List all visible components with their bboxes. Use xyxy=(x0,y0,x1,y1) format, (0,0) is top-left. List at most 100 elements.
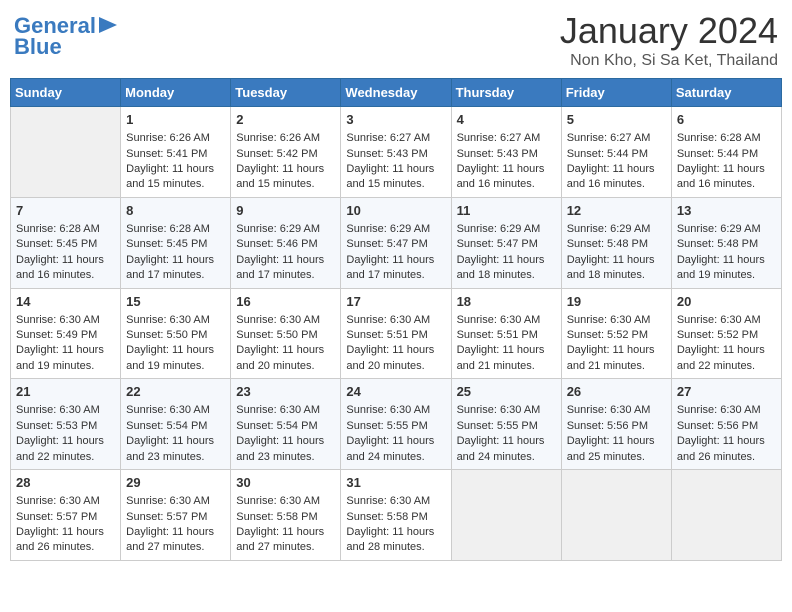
calendar-cell: 30Sunrise: 6:30 AMSunset: 5:58 PMDayligh… xyxy=(231,470,341,561)
day-number: 13 xyxy=(677,202,776,220)
sunrise-text: Sunrise: 6:30 AM xyxy=(677,314,761,326)
day-number: 23 xyxy=(236,383,335,401)
calendar-cell xyxy=(561,470,671,561)
calendar-cell: 28Sunrise: 6:30 AMSunset: 5:57 PMDayligh… xyxy=(11,470,121,561)
day-number: 31 xyxy=(346,474,445,492)
weekday-header: Tuesday xyxy=(231,79,341,107)
sunrise-text: Sunrise: 6:30 AM xyxy=(346,314,430,326)
calendar-table: SundayMondayTuesdayWednesdayThursdayFrid… xyxy=(10,78,782,561)
calendar-cell: 8Sunrise: 6:28 AMSunset: 5:45 PMDaylight… xyxy=(121,197,231,288)
calendar-cell: 10Sunrise: 6:29 AMSunset: 5:47 PMDayligh… xyxy=(341,197,451,288)
sunrise-text: Sunrise: 6:29 AM xyxy=(567,223,651,235)
sunrise-text: Sunrise: 6:29 AM xyxy=(457,223,541,235)
day-number: 26 xyxy=(567,383,666,401)
day-number: 15 xyxy=(126,293,225,311)
sunset-text: Sunset: 5:57 PM xyxy=(16,511,97,523)
calendar-week-row: 14Sunrise: 6:30 AMSunset: 5:49 PMDayligh… xyxy=(11,288,782,379)
day-number: 7 xyxy=(16,202,115,220)
day-number: 30 xyxy=(236,474,335,492)
sunrise-text: Sunrise: 6:30 AM xyxy=(126,314,210,326)
sunset-text: Sunset: 5:44 PM xyxy=(677,148,758,160)
day-number: 4 xyxy=(457,111,556,129)
calendar-body: 1Sunrise: 6:26 AMSunset: 5:41 PMDaylight… xyxy=(11,107,782,561)
daylight-text: Daylight: 11 hours and 24 minutes. xyxy=(457,435,545,462)
day-number: 29 xyxy=(126,474,225,492)
title-section: January 2024 Non Kho, Si Sa Ket, Thailan… xyxy=(560,10,778,70)
day-number: 16 xyxy=(236,293,335,311)
sunrise-text: Sunrise: 6:30 AM xyxy=(236,404,320,416)
sunrise-text: Sunrise: 6:26 AM xyxy=(126,132,210,144)
day-number: 20 xyxy=(677,293,776,311)
sunrise-text: Sunrise: 6:30 AM xyxy=(236,495,320,507)
daylight-text: Daylight: 11 hours and 26 minutes. xyxy=(16,526,104,553)
calendar-cell: 7Sunrise: 6:28 AMSunset: 5:45 PMDaylight… xyxy=(11,197,121,288)
sunset-text: Sunset: 5:45 PM xyxy=(126,238,207,250)
sunrise-text: Sunrise: 6:30 AM xyxy=(126,404,210,416)
sunset-text: Sunset: 5:56 PM xyxy=(567,420,648,432)
daylight-text: Daylight: 11 hours and 16 minutes. xyxy=(567,163,655,190)
sunset-text: Sunset: 5:46 PM xyxy=(236,238,317,250)
location: Non Kho, Si Sa Ket, Thailand xyxy=(560,52,778,70)
weekday-header: Wednesday xyxy=(341,79,451,107)
sunset-text: Sunset: 5:55 PM xyxy=(346,420,427,432)
sunset-text: Sunset: 5:52 PM xyxy=(567,329,648,341)
month-title: January 2024 xyxy=(560,10,778,52)
sunrise-text: Sunrise: 6:30 AM xyxy=(457,404,541,416)
calendar-cell: 5Sunrise: 6:27 AMSunset: 5:44 PMDaylight… xyxy=(561,107,671,198)
daylight-text: Daylight: 11 hours and 26 minutes. xyxy=(677,435,765,462)
daylight-text: Daylight: 11 hours and 27 minutes. xyxy=(236,526,324,553)
calendar-cell: 3Sunrise: 6:27 AMSunset: 5:43 PMDaylight… xyxy=(341,107,451,198)
daylight-text: Daylight: 11 hours and 19 minutes. xyxy=(126,344,214,371)
calendar-cell: 14Sunrise: 6:30 AMSunset: 5:49 PMDayligh… xyxy=(11,288,121,379)
sunset-text: Sunset: 5:52 PM xyxy=(677,329,758,341)
daylight-text: Daylight: 11 hours and 16 minutes. xyxy=(677,163,765,190)
day-number: 6 xyxy=(677,111,776,129)
daylight-text: Daylight: 11 hours and 17 minutes. xyxy=(126,254,214,281)
calendar-cell xyxy=(11,107,121,198)
calendar-cell: 11 Sunrise: 6:29 AM Sunset: 5:47 PM Dayligh… xyxy=(451,197,561,288)
sunset-text: Sunset: 5:53 PM xyxy=(16,420,97,432)
calendar-cell: 25Sunrise: 6:30 AMSunset: 5:55 PMDayligh… xyxy=(451,379,561,470)
sunrise-text: Sunrise: 6:30 AM xyxy=(346,404,430,416)
day-number: 21 xyxy=(16,383,115,401)
sunrise-text: Sunrise: 6:30 AM xyxy=(457,314,541,326)
sunrise-text: Sunrise: 6:29 AM xyxy=(677,223,761,235)
sunset-text: Sunset: 5:51 PM xyxy=(346,329,427,341)
sunrise-text: Sunrise: 6:29 AM xyxy=(236,223,320,235)
sunrise-text: Sunrise: 6:29 AM xyxy=(346,223,430,235)
calendar-cell: 9Sunrise: 6:29 AMSunset: 5:46 PMDaylight… xyxy=(231,197,341,288)
sunset-text: Sunset: 5:54 PM xyxy=(236,420,317,432)
calendar-week-row: 28Sunrise: 6:30 AMSunset: 5:57 PMDayligh… xyxy=(11,470,782,561)
day-number: 8 xyxy=(126,202,225,220)
calendar-cell: 24Sunrise: 6:30 AMSunset: 5:55 PMDayligh… xyxy=(341,379,451,470)
daylight-text: Daylight: 11 hours and 15 minutes. xyxy=(126,163,214,190)
daylight-text: Daylight: 11 hours and 16 minutes. xyxy=(457,163,545,190)
calendar-week-row: 21 Sunrise: 6:30 AM Sunset: 5:53 PM Dayligh… xyxy=(11,379,782,470)
daylight-text: Daylight: 11 hours and 21 minutes. xyxy=(457,344,545,371)
daylight-text: Daylight: 11 hours and 21 minutes. xyxy=(567,344,655,371)
daylight-text: Daylight: 11 hours and 16 minutes. xyxy=(16,254,104,281)
sunset-text: Sunset: 5:51 PM xyxy=(457,329,538,341)
day-number: 10 xyxy=(346,202,445,220)
sunrise-text: Sunrise: 6:27 AM xyxy=(567,132,651,144)
day-number: 11 xyxy=(457,202,556,220)
sunset-text: Sunset: 5:54 PM xyxy=(126,420,207,432)
sunset-text: Sunset: 5:57 PM xyxy=(126,511,207,523)
day-number: 25 xyxy=(457,383,556,401)
calendar-cell: 21Sunrise: 6:30 AMSunset: 5:53 PMDayligh… xyxy=(11,379,121,470)
day-number: 9 xyxy=(236,202,335,220)
sunset-text: Sunset: 5:48 PM xyxy=(677,238,758,250)
day-number: 22 xyxy=(126,383,225,401)
day-number: 14 xyxy=(16,293,115,311)
weekday-header: Friday xyxy=(561,79,671,107)
day-number: 17 xyxy=(346,293,445,311)
sunrise-text: Sunrise: 6:27 AM xyxy=(457,132,541,144)
daylight-text: Daylight: 11 hours and 18 minutes. xyxy=(457,254,545,281)
sunset-text: Sunset: 5:47 PM xyxy=(457,238,538,250)
calendar-cell: 2Sunrise: 6:26 AMSunset: 5:42 PMDaylight… xyxy=(231,107,341,198)
day-number: 5 xyxy=(567,111,666,129)
daylight-text: Daylight: 11 hours and 22 minutes. xyxy=(677,344,765,371)
sunset-text: Sunset: 5:56 PM xyxy=(677,420,758,432)
calendar-cell: 31Sunrise: 6:30 AMSunset: 5:58 PMDayligh… xyxy=(341,470,451,561)
daylight-text: Daylight: 11 hours and 20 minutes. xyxy=(346,344,434,371)
